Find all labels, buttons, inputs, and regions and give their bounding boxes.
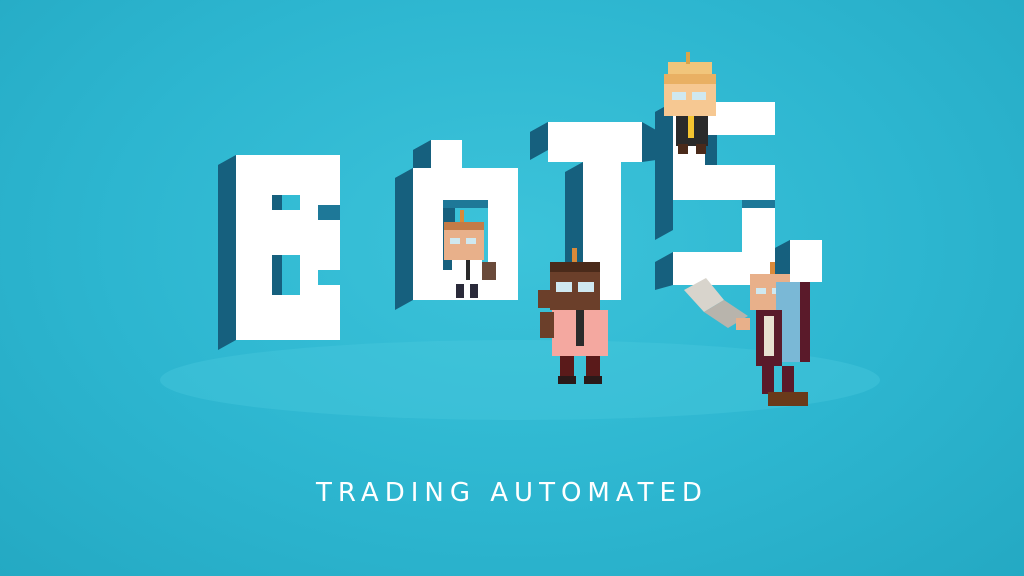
letter-s-block (655, 102, 775, 290)
tagline: TRADING AUTOMATED (316, 478, 708, 508)
hero-banner: TRADING AUTOMATED (0, 0, 1024, 576)
letter-b-block (218, 155, 340, 350)
